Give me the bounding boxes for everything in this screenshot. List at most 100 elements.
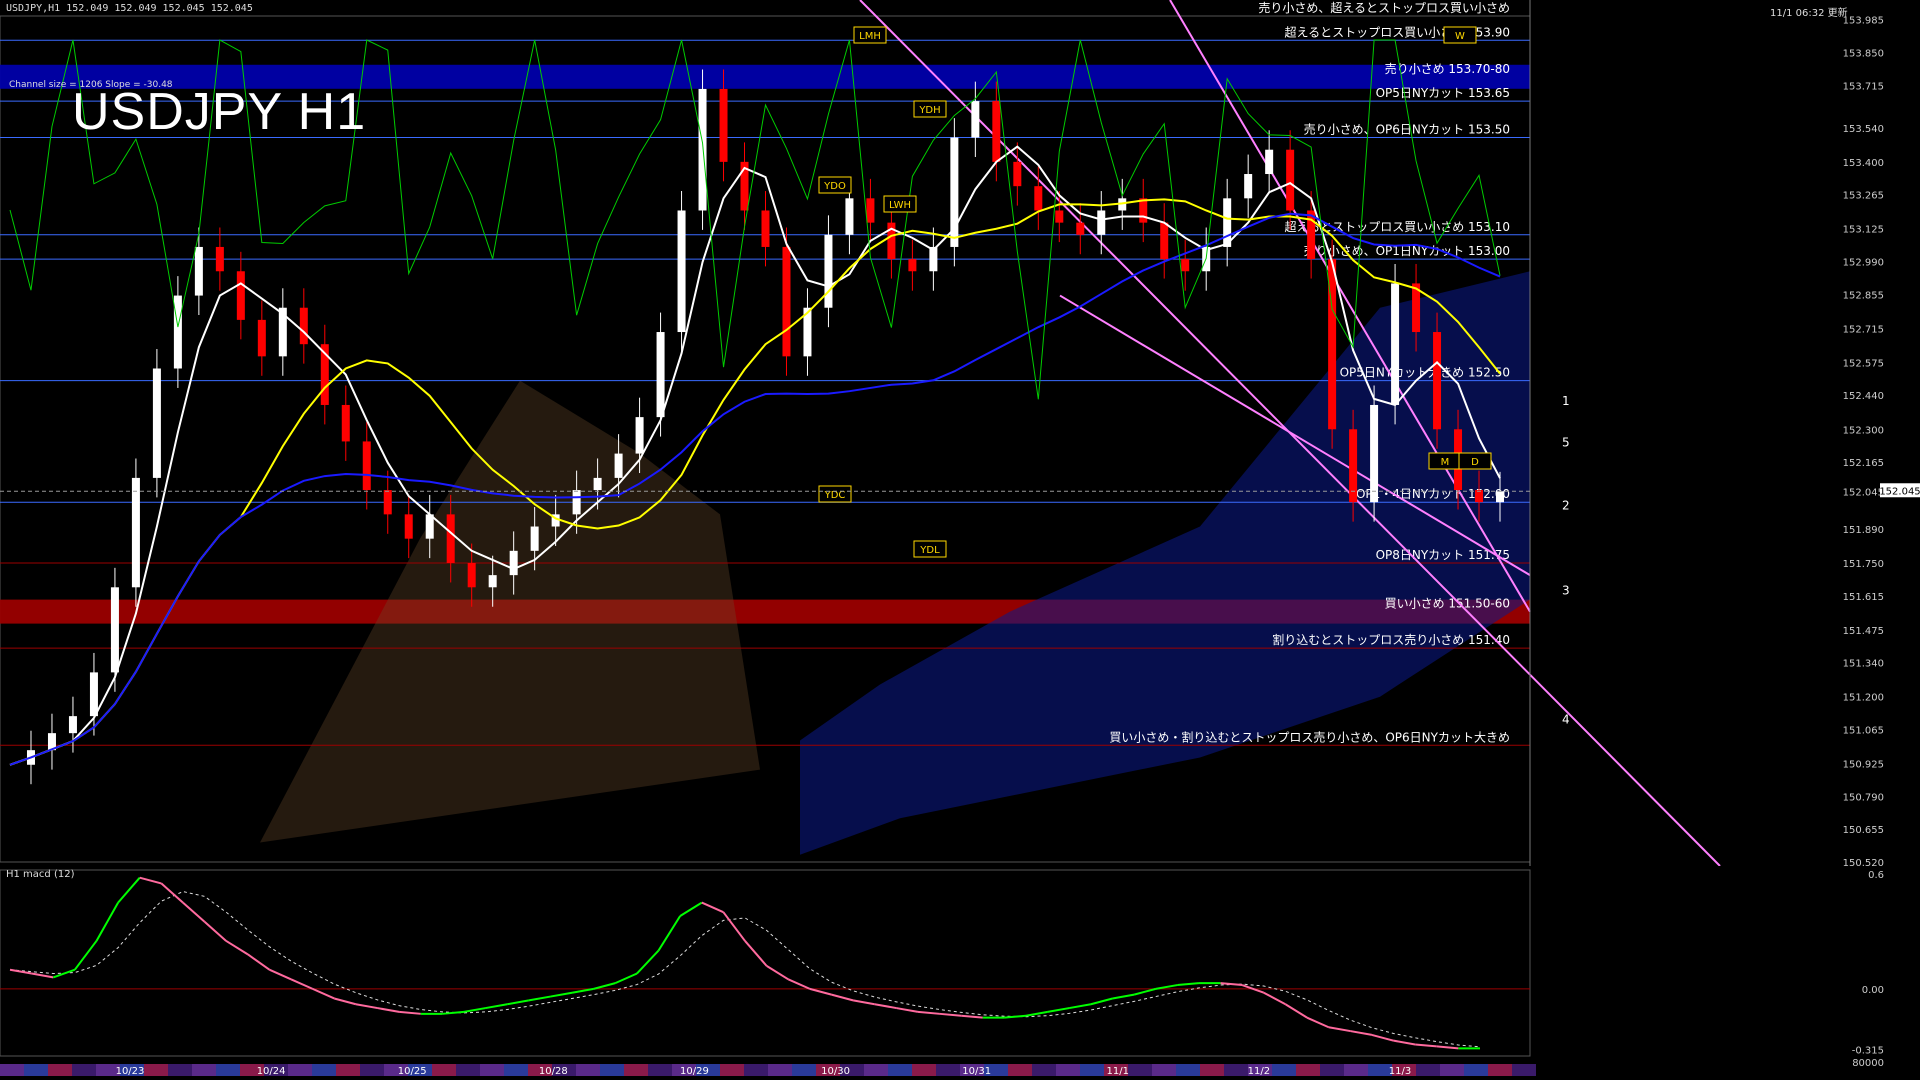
top-partial-label: 売り小さめ、超えるとストップロス買い小さめ bbox=[1258, 0, 1510, 15]
price-tick: 151.615 bbox=[1843, 592, 1884, 603]
macd-line-segment bbox=[852, 999, 875, 1006]
macd-line-segment bbox=[896, 1007, 919, 1013]
candle-body bbox=[362, 441, 371, 491]
price-tick: 153.400 bbox=[1843, 158, 1884, 169]
macd-line-segment bbox=[463, 1007, 486, 1013]
session-bar bbox=[408, 1064, 432, 1076]
candle-body bbox=[614, 453, 623, 478]
candle-body bbox=[509, 550, 518, 576]
candle-body bbox=[68, 716, 77, 734]
session-bar bbox=[1296, 1064, 1320, 1076]
date-label: 10/30 bbox=[821, 1066, 850, 1077]
session-bar bbox=[192, 1064, 216, 1076]
session-bar bbox=[648, 1064, 672, 1076]
macd-label: H1 macd (12) bbox=[6, 869, 75, 880]
session-bar bbox=[1488, 1064, 1512, 1076]
macd-line-segment bbox=[1415, 1043, 1437, 1048]
session-bar bbox=[168, 1064, 192, 1076]
session-bar bbox=[1128, 1064, 1152, 1076]
candle-body bbox=[677, 210, 686, 333]
scenario-label: 4 bbox=[1562, 712, 1570, 726]
candle-body bbox=[383, 490, 392, 515]
macd-line-segment bbox=[1004, 1014, 1027, 1019]
session-bar bbox=[0, 1064, 24, 1076]
session-bar bbox=[72, 1064, 96, 1076]
session-bar bbox=[1200, 1064, 1224, 1076]
price-tick: 152.300 bbox=[1843, 425, 1884, 436]
candle-body bbox=[1286, 149, 1295, 211]
macd-bottom-tick: 80000 bbox=[1852, 1058, 1884, 1069]
macd-line-segment bbox=[550, 991, 573, 998]
level-label: OP1・4日NYカット 152.00 bbox=[1356, 487, 1510, 501]
candle-body bbox=[1496, 491, 1504, 503]
session-bar bbox=[912, 1064, 936, 1076]
macd-line-segment bbox=[961, 1014, 983, 1019]
session-bar bbox=[96, 1064, 120, 1076]
session-bar bbox=[576, 1064, 600, 1076]
candle-body bbox=[236, 271, 245, 320]
date-label: 10/31 bbox=[962, 1066, 991, 1077]
macd-line-segment bbox=[442, 1010, 465, 1015]
session-bar bbox=[1392, 1064, 1416, 1076]
candle-body bbox=[215, 246, 224, 272]
level-label: 割り込むとストップロス売り小さめ 151.40 bbox=[1272, 632, 1510, 647]
scenario-label: 3 bbox=[1562, 584, 1570, 598]
marker-label: YDH bbox=[918, 105, 940, 116]
macd-line-segment bbox=[225, 940, 249, 956]
candle-body bbox=[89, 672, 98, 717]
macd-line-segment bbox=[117, 877, 141, 904]
macd-line-segment bbox=[766, 965, 789, 981]
session-bar bbox=[336, 1064, 360, 1076]
price-tick: 150.925 bbox=[1843, 760, 1884, 771]
macd-tick: 0.00 bbox=[1862, 985, 1884, 996]
candle-body bbox=[488, 575, 497, 588]
macd-line-segment bbox=[1177, 982, 1200, 987]
macd-line-segment bbox=[1371, 1033, 1394, 1042]
marker-label: M bbox=[1441, 457, 1450, 468]
session-bar bbox=[1032, 1064, 1056, 1076]
date-label: 11/3 bbox=[1389, 1066, 1411, 1077]
macd-line-segment bbox=[593, 982, 616, 990]
macd-line-segment bbox=[74, 940, 98, 971]
candle-body bbox=[1265, 149, 1274, 175]
session-bar bbox=[144, 1064, 168, 1076]
price-tick: 150.790 bbox=[1843, 792, 1884, 803]
candle-body bbox=[131, 477, 140, 588]
macd-line-segment bbox=[528, 995, 551, 1002]
candle-body bbox=[1244, 174, 1253, 199]
level-label: 買い小さめ 151.50-60 bbox=[1385, 597, 1510, 611]
macd-line-segment bbox=[377, 1007, 400, 1013]
marker-label: YDL bbox=[919, 545, 940, 556]
candle-body bbox=[1139, 198, 1148, 223]
macd-line-segment bbox=[52, 968, 76, 979]
candle-body bbox=[1160, 222, 1169, 260]
macd-line-segment bbox=[701, 901, 724, 914]
marker-label: YDO bbox=[823, 181, 846, 192]
macd-line-segment bbox=[139, 876, 162, 885]
scenario-label: 1 bbox=[1562, 394, 1570, 408]
price-tick: 151.475 bbox=[1843, 626, 1884, 637]
level-label: OP5日NYカット 153.65 bbox=[1376, 86, 1510, 100]
price-tick: 153.715 bbox=[1843, 81, 1884, 92]
price-tick: 152.045 bbox=[1843, 487, 1884, 498]
candle-body bbox=[446, 514, 455, 563]
candle-body bbox=[992, 101, 1001, 162]
candle-body bbox=[1391, 283, 1400, 405]
chart-title: USDJPY H1 bbox=[72, 83, 367, 141]
macd-line-segment bbox=[939, 1012, 962, 1017]
candle-body bbox=[1055, 210, 1064, 223]
candle-body bbox=[1013, 161, 1022, 187]
macd-line-segment bbox=[247, 953, 270, 971]
session-bar bbox=[216, 1064, 240, 1076]
macd-line-segment bbox=[1284, 1003, 1308, 1019]
candle-body bbox=[824, 234, 833, 308]
macd-line-segment bbox=[1220, 982, 1243, 987]
price-tick: 151.065 bbox=[1843, 726, 1884, 737]
session-bar bbox=[1440, 1064, 1464, 1076]
candle-body bbox=[1076, 222, 1085, 235]
macd-line-segment bbox=[679, 901, 703, 917]
candle-body bbox=[971, 101, 980, 138]
macd-line-segment bbox=[160, 882, 184, 904]
candle-body bbox=[1370, 404, 1379, 503]
price-tick: 151.750 bbox=[1843, 559, 1884, 570]
